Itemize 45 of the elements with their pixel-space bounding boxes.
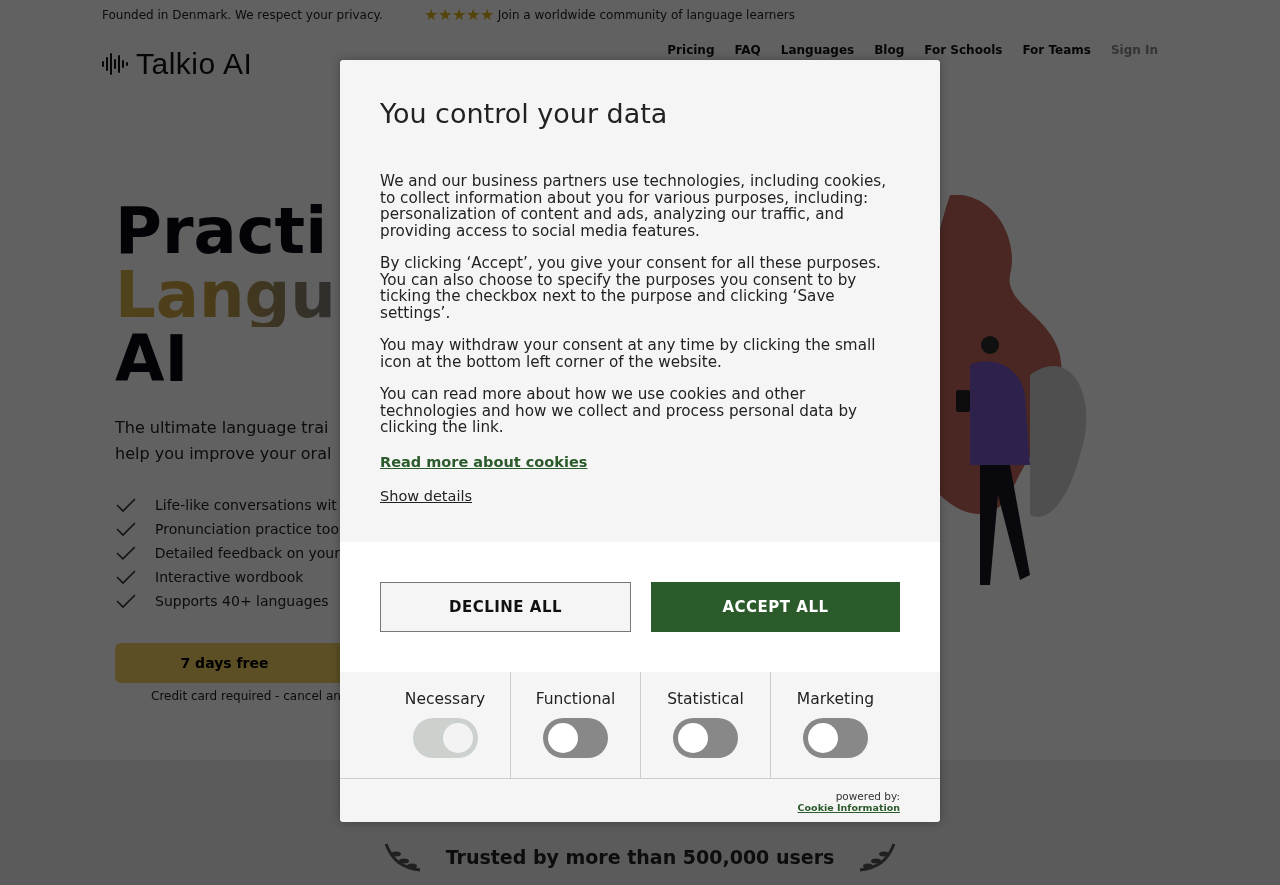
category-label: Necessary [404, 689, 486, 708]
cta-note: Credit card required - cancel an [151, 689, 340, 703]
free-trial-button[interactable]: 7 days free [115, 643, 340, 683]
logo-waveform-icon [102, 52, 128, 76]
dialog-paragraph: You can read more about how we use cookies and other technologies and how we collect and process personal data by clicking the link. [380, 386, 859, 436]
hero-title-line: Practi [115, 199, 329, 263]
logo-text[interactable]: Talkio AI [136, 47, 253, 81]
feature-text: Life-like conversations wit [155, 497, 337, 513]
feature-text: Pronunciation practice too [155, 521, 339, 537]
dialog-paragraph: By clicking ‘Accept’, you give your consent for all these purposes. You can also choose to specify the purposes you consent to by ticking the checkbox next to the purpose and clicking ‘Save settings’. [380, 255, 882, 321]
show-details-link[interactable]: Show details [380, 487, 473, 504]
check-icon [115, 545, 137, 561]
community-text: Join a worldwide community of language learners [497, 8, 796, 22]
dialog-paragraph: We and our business partners use technologies, including cookies, to collect information about you for various purposes, including: personalization of content and ads, analyzing our traffic, and providing access to social media features. [380, 173, 888, 239]
accept-all-button[interactable]: ACCEPT ALL [651, 581, 900, 632]
check-icon [115, 569, 137, 585]
check-icon [115, 593, 137, 609]
hero-subtitle-line: help you improve your oral [115, 443, 333, 465]
nav-link[interactable]: For Schools [924, 43, 1003, 57]
dialog-title: You control your data [380, 98, 669, 129]
category-label: Statistical [667, 689, 744, 708]
provider-link[interactable]: Cookie Information [797, 801, 900, 813]
category-label: Functional [535, 689, 616, 708]
hero-title-line: AI [115, 327, 189, 391]
hero-subtitle-line: The ultimate language trai [115, 417, 330, 439]
nav-link[interactable]: Blog [874, 43, 905, 57]
feature-text: Interactive wordbook [155, 569, 304, 585]
check-icon [115, 521, 137, 537]
dialog-paragraph: You may withdraw your consent at any time by clicking the small icon at the bottom left corner of the website. [380, 337, 877, 370]
nav-link[interactable]: Pricing [667, 43, 715, 57]
powered-by-text: powered by: [835, 789, 900, 802]
privacy-note: Founded in Denmark. We respect your privacy. [102, 8, 383, 22]
feature-text: Detailed feedback on your [154, 545, 340, 561]
read-more-link[interactable]: Read more about cookies [380, 453, 588, 470]
feature-text: Supports 40+ languages [155, 593, 329, 609]
nav-link[interactable]: Languages [780, 43, 855, 57]
toggle-switch[interactable] [803, 717, 868, 758]
category-label: Marketing [796, 689, 875, 708]
toggle-switch[interactable] [543, 717, 608, 758]
nav-link[interactable]: FAQ [734, 43, 761, 57]
nav-link[interactable]: For Teams [1022, 43, 1091, 57]
trust-text: Trusted by more than 500,000 users [445, 846, 835, 868]
check-icon [115, 497, 137, 513]
decline-all-button[interactable]: DECLINE ALL [380, 581, 631, 632]
toggle-switch[interactable] [673, 717, 738, 758]
